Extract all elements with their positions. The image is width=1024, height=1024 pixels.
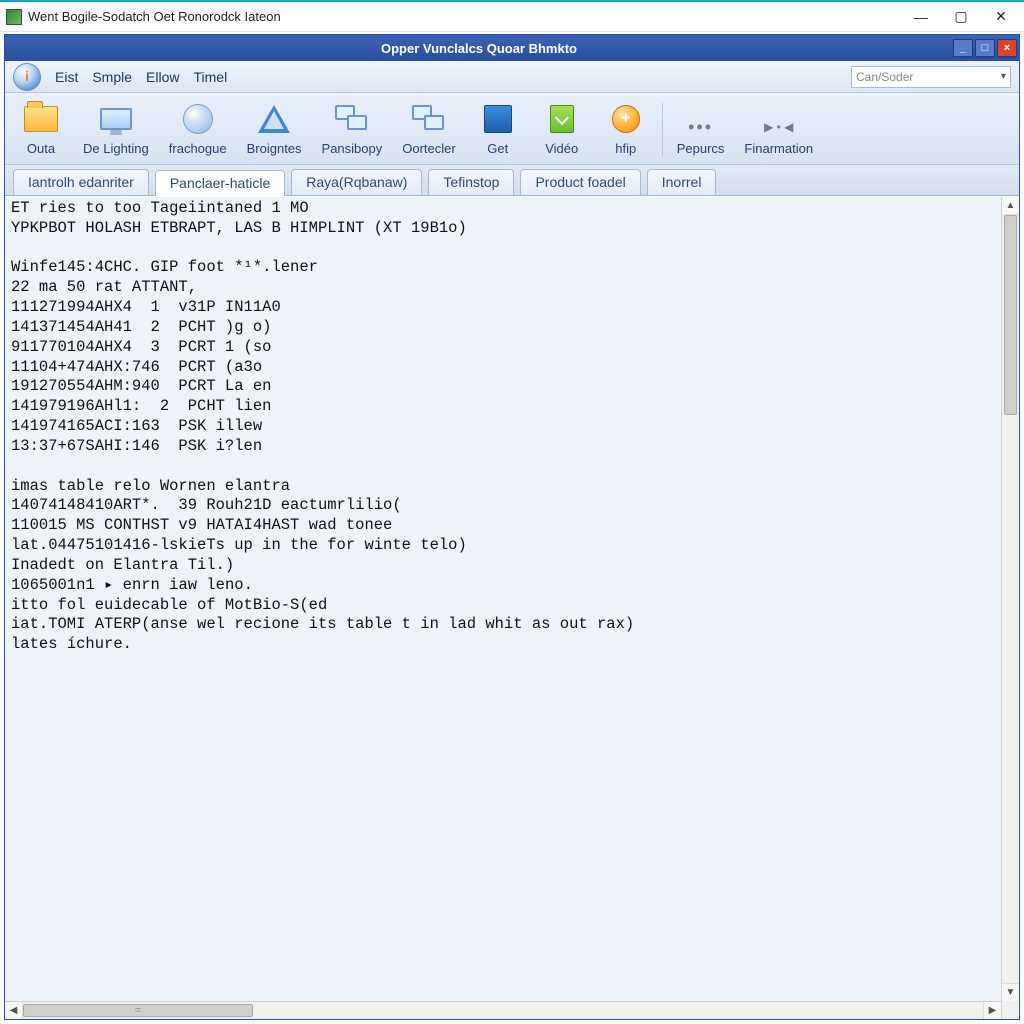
blue-square-icon [480,101,516,137]
ribbon-label: Vidéo [545,141,578,156]
ribbon-button-frachogue[interactable]: frachogue [161,97,235,162]
triangle-icon [256,101,292,137]
menu-item-eist[interactable]: Eist [55,69,78,85]
inner-window-title: Opper Vunclalcs Quoar Bhmkto [5,41,953,56]
ribbon-button-vid-o[interactable]: Vidéo [532,97,592,162]
search-input[interactable]: Can/Soder ▾ [851,66,1011,88]
menu-item-ellow[interactable]: Ellow [146,69,179,85]
dots-icon: ••• [686,117,716,137]
orange-plus-icon [608,101,644,137]
screens-icon [411,101,447,137]
vertical-scroll-thumb[interactable] [1004,215,1017,415]
chevron-down-icon: ▾ [1001,71,1006,82]
search-placeholder: Can/Soder [856,70,913,84]
ribbon-label: Broigntes [247,141,302,156]
ribbon-label: hfip [615,141,636,156]
menu-item-smple[interactable]: Smple [92,69,132,85]
ribbon-button-get[interactable]: Get [468,97,528,162]
scroll-right-icon[interactable]: ▶ [983,1002,1001,1019]
orb-button[interactable] [13,63,41,91]
menu-bar: Eist Smple Ellow Timel Can/Soder ▾ [5,61,1019,93]
green-icon [544,101,580,137]
ribbon-button-finarmation[interactable]: ▶ • ◀ Finarmation [736,113,821,162]
ribbon-label: Oortecler [402,141,455,156]
ribbon-button-hfip[interactable]: hfip [596,97,656,162]
horizontal-scroll-thumb[interactable] [23,1004,253,1017]
menu-item-timel[interactable]: Timel [194,69,228,85]
app-icon [6,9,22,25]
close-button[interactable]: ✕ [984,6,1018,28]
inner-maximize-button[interactable]: □ [975,39,995,57]
globe-icon [180,101,216,137]
tab-tefinstop[interactable]: Tefinstop [428,169,514,195]
monitor-icon [98,101,134,137]
folder-icon [23,101,59,137]
inner-close-button[interactable]: × [997,39,1017,57]
tab-iantrolh-edanriter[interactable]: Iantrolh edanriter [13,169,149,195]
ribbon-toolbar: Outa De Lighting frachogue Broigntes Pansibo… [5,93,1019,165]
log-output: ET ries to too Tageiintaned 1 MO YPKPBOT… [5,197,1001,1001]
play-icon: ▶ • ◀ [764,117,794,137]
ribbon-label: Pepurcs [677,141,725,156]
ribbon-label: frachogue [169,141,227,156]
ribbon-button-outa[interactable]: Outa [11,97,71,162]
ribbon-button-broigntes[interactable]: Broigntes [239,97,310,162]
ribbon-label: Outa [27,141,55,156]
inner-minimize-button[interactable]: _ [953,39,973,57]
scroll-down-icon[interactable]: ▼ [1002,983,1019,1001]
scroll-up-icon[interactable]: ▲ [1002,197,1019,215]
vertical-scrollbar[interactable]: ▲ ▼ [1001,197,1019,1001]
ribbon-button-pepurcs[interactable]: ••• Pepurcs [669,113,733,162]
ribbon-label: Finarmation [744,141,813,156]
ribbon-button-pansibopy[interactable]: Pansibopy [314,97,391,162]
tab-panclaer-haticle[interactable]: Panclaer-haticle [155,170,285,196]
outer-titlebar: Went Bogile-Sodatch Oet Ronorodck Iateon… [0,2,1024,32]
scroll-left-icon[interactable]: ◀ [5,1002,23,1019]
maximize-button[interactable]: ▢ [944,6,978,28]
tab-inorrel[interactable]: Inorrel [647,169,717,195]
tab-product-foadel[interactable]: Product foadel [520,169,640,195]
inner-titlebar: Opper Vunclalcs Quoar Bhmkto _ □ × [5,35,1019,61]
ribbon-label: Pansibopy [322,141,383,156]
ribbon-button-de-lighting[interactable]: De Lighting [75,97,157,162]
ribbon-button-oortecler[interactable]: Oortecler [394,97,463,162]
horizontal-scrollbar[interactable]: ◀ ▶ [5,1001,1001,1019]
tab-strip: Iantrolh edanriterPanclaer-haticleRaya(R… [5,165,1019,196]
ribbon-separator [662,103,663,156]
scroll-corner [1001,1001,1019,1019]
tab-raya-rqbanaw-[interactable]: Raya(Rqbanaw) [291,169,422,195]
outer-window-title: Went Bogile-Sodatch Oet Ronorodck Iateon [28,9,281,24]
minimize-button[interactable]: — [904,6,938,28]
screens-icon [334,101,370,137]
ribbon-label: De Lighting [83,141,149,156]
ribbon-label: Get [487,141,508,156]
